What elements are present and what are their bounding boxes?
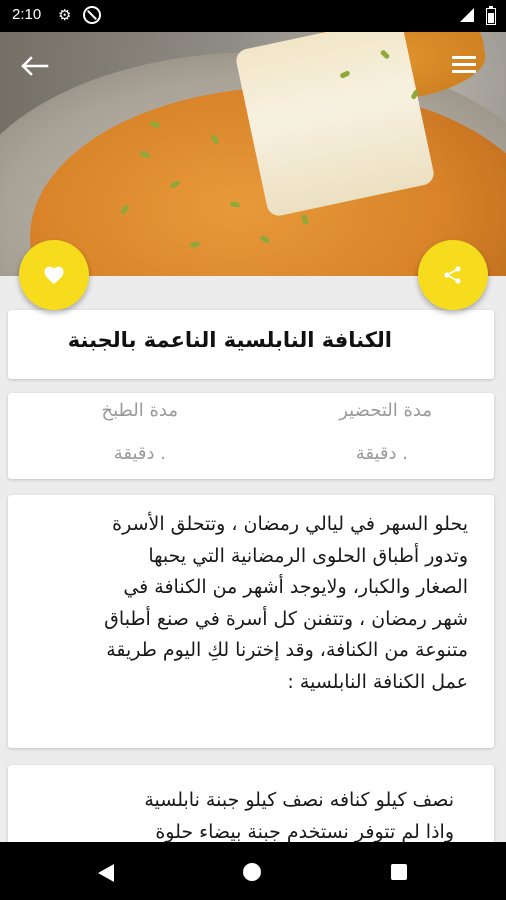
- system-nav-bar: [0, 842, 506, 900]
- description-line: وتدور أطباق الحلوى الرمضانية التي يحبها: [148, 544, 468, 567]
- do-not-disturb-icon: [83, 6, 101, 24]
- description-line: يحلو السهر في ليالي رمضان ، وتتحلق الأسر…: [112, 513, 468, 535]
- status-time: 2:10: [12, 6, 42, 23]
- recipe-description-card: يحلو السهر في ليالي رمضان ، وتتحلق الأسر…: [8, 495, 494, 748]
- description-line: متنوعة من الكنافة، وقد إخترنا لكِ اليوم …: [106, 639, 468, 661]
- hamburger-menu-icon[interactable]: [452, 56, 478, 76]
- cook-time-label: مدة الطبخ: [101, 400, 178, 421]
- home-circle-icon[interactable]: [243, 863, 261, 881]
- gear-icon: ⚙: [58, 6, 72, 24]
- description-line: الصغار والكبار، ولايوجد أشهر من الكنافة …: [123, 576, 468, 598]
- prep-time-label: مدة التحضير: [339, 400, 432, 421]
- recipe-ingredients: نصف كيلو كنافه نصف كيلو جبنة نابلسية واذ…: [30, 785, 454, 848]
- signal-icon: [460, 8, 474, 22]
- share-button[interactable]: [418, 240, 488, 310]
- cook-time-value: . دقيقة: [113, 443, 166, 464]
- back-triangle-icon[interactable]: [98, 864, 114, 882]
- description-line: عمل الكنافة النابلسية :: [287, 670, 468, 693]
- recipe-description: يحلو السهر في ليالي رمضان ، وتتحلق الأسر…: [30, 509, 468, 698]
- share-icon: [444, 266, 461, 284]
- prep-time-value: . دقيقة: [355, 443, 408, 464]
- battery-icon: [486, 6, 496, 25]
- favorite-button[interactable]: [19, 240, 89, 310]
- ingredient-line: نصف كيلو كنافه نصف كيلو جبنة نابلسية: [144, 789, 454, 811]
- description-line: شهر رمضان ، وتتفنن كل أسرة في صنع أطباق: [104, 607, 468, 630]
- heart-icon: [44, 266, 64, 285]
- arrow-left-icon[interactable]: [20, 56, 50, 76]
- recipe-title-card: الكنافة النابلسية الناعمة بالجبنة: [8, 310, 494, 379]
- status-bar: 2:10 ⚙: [0, 0, 506, 32]
- recipe-time-card: مدة التحضير . دقيقة مدة الطبخ . دقيقة: [8, 393, 494, 479]
- hero-image: [0, 32, 506, 276]
- recents-square-icon[interactable]: [391, 864, 407, 880]
- recipe-title: الكنافة النابلسية الناعمة بالجبنة: [67, 328, 392, 352]
